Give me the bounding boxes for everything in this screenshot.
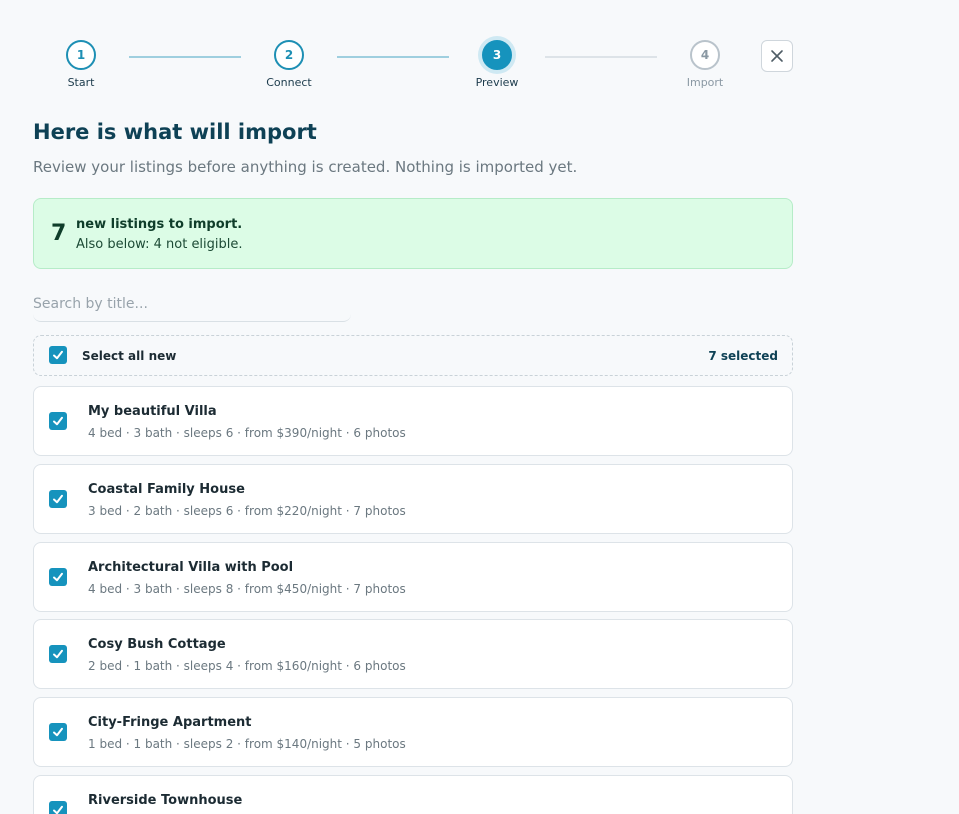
step-import: 4 Import [657,40,753,89]
listing-checkbox[interactable] [49,568,67,586]
search-input[interactable] [33,286,351,322]
checkmark-icon [53,572,63,582]
page-title: Here is what will import [33,120,317,144]
step-number: 4 [690,40,720,70]
listing-item[interactable]: City-Fringe Apartment 1 bed · 1 bath · s… [33,697,793,767]
checkmark-icon [53,727,63,737]
checkmark-icon [53,416,63,426]
listing-item[interactable]: Architectural Villa with Pool 4 bed · 3 … [33,542,793,612]
listing-meta: 3 bed · 2 bath · sleeps 6 · from $220/ni… [88,504,406,518]
step-label: Import [686,76,724,89]
listing-checkbox[interactable] [49,801,67,814]
select-all-label: Select all new [82,349,177,363]
import-preview-page: 1 Start 2 Connect 3 Preview 4 Import Her… [0,0,959,814]
selected-count: 7 selected [708,349,778,363]
step-label: Start [67,76,95,89]
listing-title: Cosy Bush Cottage [88,637,226,652]
checkmark-icon [53,649,63,659]
listing-meta: 4 bed · 3 bath · sleeps 8 · from $450/ni… [88,582,406,596]
listing-checkbox[interactable] [49,490,67,508]
listing-item[interactable]: Riverside Townhouse [33,775,793,814]
listing-meta: 2 bed · 1 bath · sleeps 4 · from $160/ni… [88,659,406,673]
close-button[interactable] [761,40,793,72]
listing-checkbox[interactable] [49,723,67,741]
page-subtitle: Review your listings before anything is … [33,158,578,176]
select-all-checkbox[interactable] [49,346,67,364]
close-icon [771,50,783,62]
summary-subtext: Also below: 4 not eligible. [76,237,243,252]
checkmark-icon [53,350,63,360]
import-stepper: 1 Start 2 Connect 3 Preview 4 Import [33,40,793,100]
listing-item[interactable]: My beautiful Villa 4 bed · 3 bath · slee… [33,386,793,456]
listing-item[interactable]: Coastal Family House 3 bed · 2 bath · sl… [33,464,793,534]
checkmark-icon [53,805,63,814]
listing-title: Riverside Townhouse [88,793,243,808]
select-all-row[interactable]: Select all new 7 selected [33,335,793,376]
step-label: Connect [266,76,312,89]
step-connector [129,56,241,58]
listing-checkbox[interactable] [49,412,67,430]
step-start: 1 Start [33,40,129,89]
import-summary-banner: 7 new listings to import. Also below: 4 … [33,198,793,269]
new-listings-count: 7 [51,221,67,246]
listing-title: City-Fringe Apartment [88,715,252,730]
step-connect: 2 Connect [241,40,337,89]
step-preview: 3 Preview [449,40,545,89]
step-number: 2 [274,40,304,70]
summary-headline: new listings to import. [76,217,243,232]
listing-meta: 1 bed · 1 bath · sleeps 2 · from $140/ni… [88,737,406,751]
step-number: 1 [66,40,96,70]
step-connector [337,56,449,58]
listing-title: Architectural Villa with Pool [88,560,294,575]
listing-title: My beautiful Villa [88,404,217,419]
step-number: 3 [482,40,512,70]
step-connector [545,56,657,58]
step-label: Preview [475,76,519,89]
checkmark-icon [53,494,63,504]
listing-item[interactable]: Cosy Bush Cottage 2 bed · 1 bath · sleep… [33,619,793,689]
listing-title: Coastal Family House [88,482,245,497]
listing-checkbox[interactable] [49,645,67,663]
listing-meta: 4 bed · 3 bath · sleeps 6 · from $390/ni… [88,426,406,440]
